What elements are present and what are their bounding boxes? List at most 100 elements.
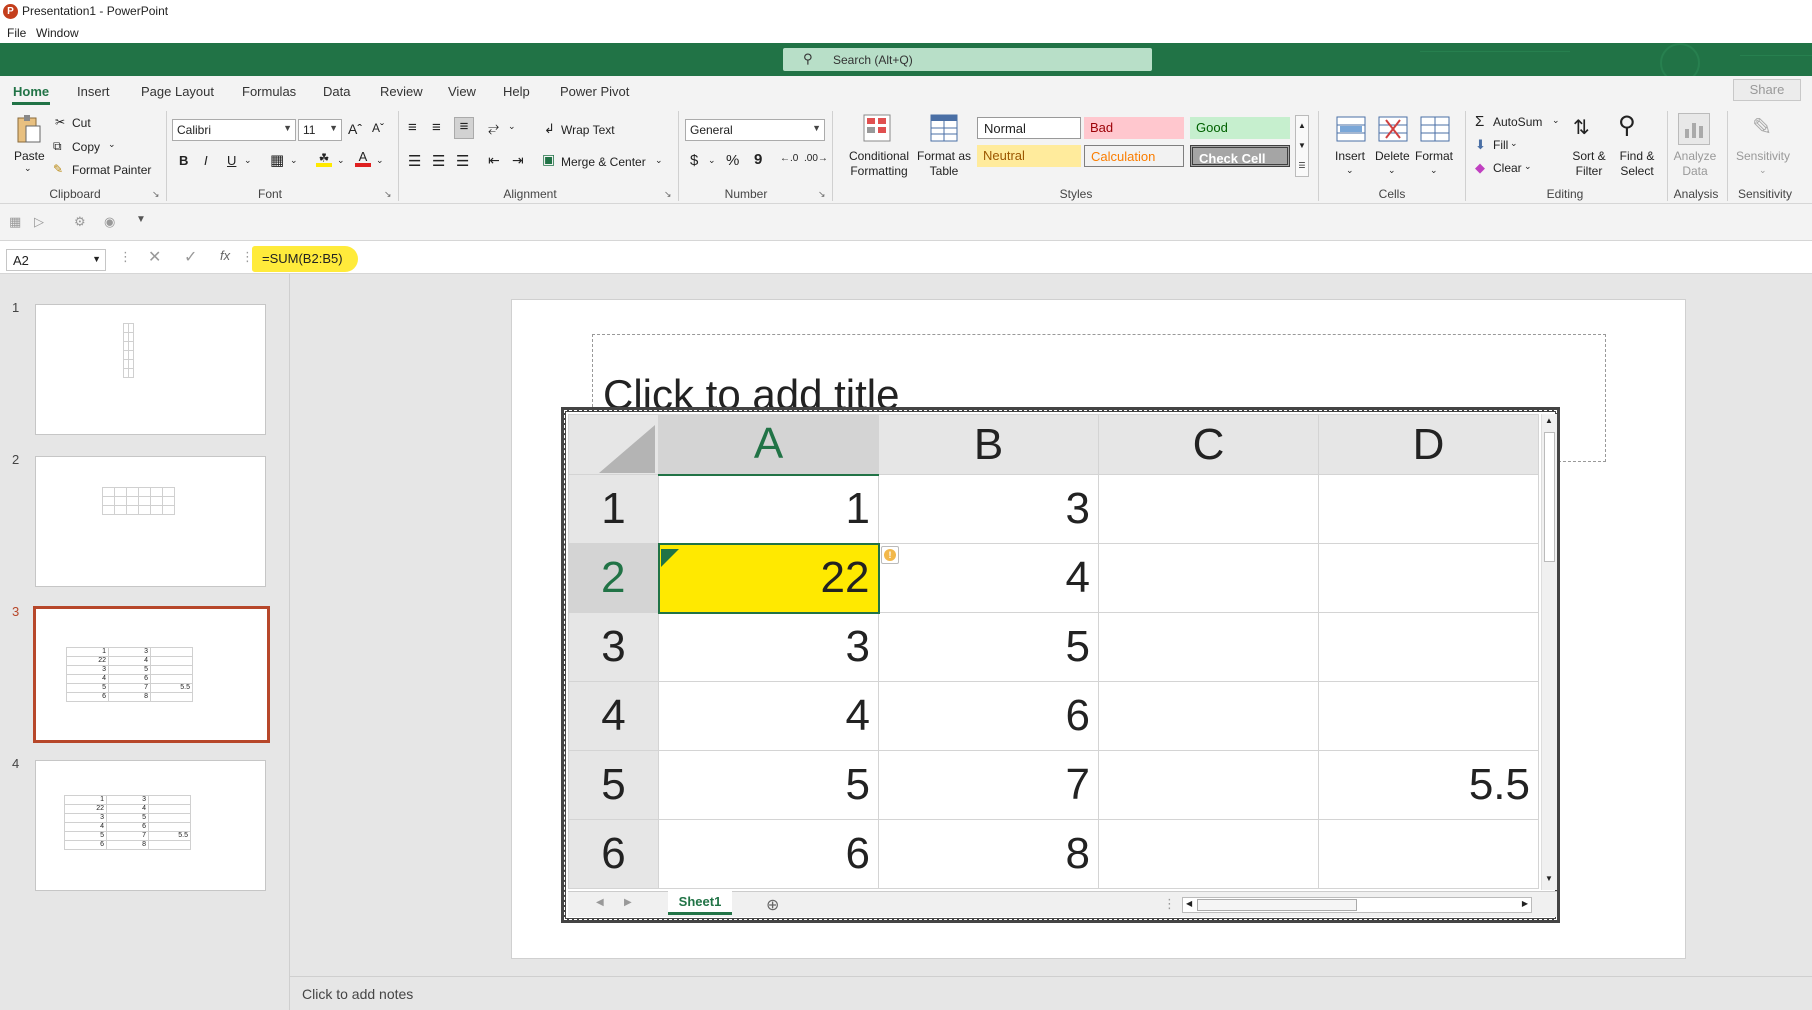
- cell[interactable]: 3: [878, 474, 1099, 544]
- fill-dropdown-icon[interactable]: ⌄: [1510, 138, 1518, 149]
- orientation-icon[interactable]: ⥂: [488, 119, 499, 136]
- merge-center-button[interactable]: Merge & Center: [561, 155, 646, 169]
- tab-data[interactable]: Data: [323, 84, 350, 99]
- cell[interactable]: 3: [658, 612, 879, 682]
- vertical-scrollbar[interactable]: ▲ ▼: [1541, 414, 1557, 890]
- borders-dropdown-icon[interactable]: ⌄: [290, 155, 298, 166]
- analyze-data-icon[interactable]: [1678, 113, 1710, 145]
- currency-dropdown-icon[interactable]: ⌄: [708, 155, 716, 166]
- style-neutral[interactable]: Neutral: [977, 145, 1081, 167]
- paste-dropdown-icon[interactable]: ⌄: [24, 163, 32, 174]
- paste-button[interactable]: Paste: [14, 149, 45, 163]
- align-top-icon[interactable]: ≡: [408, 119, 417, 136]
- number-format-dropdown[interactable]: General ▼: [685, 119, 825, 141]
- cell[interactable]: 5.5: [1318, 750, 1539, 820]
- delete-cells-button[interactable]: Delete: [1375, 149, 1410, 163]
- style-good[interactable]: Good: [1190, 117, 1290, 139]
- autosum-button[interactable]: AutoSum: [1493, 115, 1542, 129]
- embedded-worksheet[interactable]: A B C D 1 1 3 2 22 4 3 3 5 4 4 6 5 5 7 5…: [561, 407, 1560, 923]
- align-center-icon[interactable]: ☰: [432, 152, 445, 170]
- insert-cells-icon[interactable]: [1335, 115, 1367, 143]
- style-calculation[interactable]: Calculation: [1084, 145, 1184, 167]
- style-check-cell[interactable]: Check Cell: [1190, 145, 1290, 167]
- row-header[interactable]: 4: [568, 681, 659, 751]
- tab-review[interactable]: Review: [380, 84, 423, 99]
- column-header-c[interactable]: C: [1098, 414, 1319, 475]
- increase-decimal-icon[interactable]: ←.0: [780, 153, 798, 164]
- cell[interactable]: [1318, 819, 1539, 889]
- tab-page-layout[interactable]: Page Layout: [141, 84, 214, 99]
- bold-button[interactable]: B: [179, 153, 188, 168]
- scroll-left-icon[interactable]: ◀: [1186, 899, 1192, 908]
- cell[interactable]: [1318, 681, 1539, 751]
- active-cell[interactable]: 22: [657, 542, 880, 614]
- font-launcher-icon[interactable]: ↘: [384, 189, 392, 200]
- next-sheet-icon[interactable]: ▶: [624, 897, 632, 908]
- tab-home[interactable]: Home: [13, 84, 49, 99]
- currency-format-icon[interactable]: $: [690, 152, 698, 169]
- format-painter-button[interactable]: Format Painter: [72, 163, 151, 177]
- format-as-table-icon[interactable]: [929, 113, 959, 143]
- format-cells-icon[interactable]: [1419, 115, 1451, 143]
- search-box[interactable]: ⚲ Search (Alt+Q): [783, 48, 1152, 71]
- cell[interactable]: [1098, 543, 1319, 613]
- start-from-beginning-icon[interactable]: ▷: [34, 214, 44, 230]
- italic-button[interactable]: I: [204, 153, 208, 168]
- menu-window[interactable]: Window: [36, 26, 79, 40]
- cell[interactable]: [1318, 612, 1539, 682]
- format-as-table-button[interactable]: Format as Table: [914, 149, 974, 179]
- slide-thumbnail-3[interactable]: 13 22 4 35 46 5 7 5.5 68: [33, 606, 270, 743]
- underline-dropdown-icon[interactable]: ⌄: [244, 155, 252, 166]
- row-header[interactable]: 1: [568, 474, 659, 544]
- cell[interactable]: [1318, 474, 1539, 544]
- scroll-up-icon[interactable]: ▲: [1545, 416, 1553, 425]
- tab-help[interactable]: Help: [503, 84, 530, 99]
- clear-dropdown-icon[interactable]: ⌄: [1524, 161, 1532, 172]
- enter-icon[interactable]: ✓: [184, 247, 197, 267]
- number-launcher-icon[interactable]: ↘: [818, 189, 826, 200]
- column-header-b[interactable]: B: [878, 414, 1099, 475]
- scroll-down-icon[interactable]: ▼: [1545, 874, 1553, 883]
- cell[interactable]: 1: [658, 474, 879, 544]
- conditional-formatting-icon[interactable]: [862, 113, 892, 143]
- sheet-tab-sheet1[interactable]: Sheet1: [668, 891, 732, 915]
- menu-file[interactable]: File: [7, 26, 26, 40]
- horizontal-scrollbar[interactable]: ◀ ▶: [1182, 897, 1532, 913]
- decrease-indent-icon[interactable]: ⇤: [488, 152, 500, 169]
- tab-formulas[interactable]: Formulas: [242, 84, 296, 99]
- align-right-icon[interactable]: ☰: [456, 152, 469, 170]
- font-color-icon[interactable]: A: [355, 149, 371, 167]
- styles-gallery-scroll[interactable]: ▲ ▼ ☰: [1295, 115, 1309, 177]
- style-bad[interactable]: Bad: [1084, 117, 1184, 139]
- scroll-thumb[interactable]: [1544, 432, 1555, 562]
- clipboard-launcher-icon[interactable]: ↘: [152, 189, 160, 200]
- paste-icon[interactable]: [12, 113, 46, 147]
- autosum-dropdown-icon[interactable]: ⌄: [1552, 115, 1560, 126]
- insert-dropdown-icon[interactable]: ⌄: [1346, 165, 1354, 176]
- wrap-text-button[interactable]: Wrap Text: [561, 123, 615, 137]
- fill-color-dropdown-icon[interactable]: ⌄: [337, 155, 345, 166]
- scroll-right-icon[interactable]: ▶: [1522, 899, 1528, 908]
- decrease-decimal-icon[interactable]: .00→: [804, 153, 828, 164]
- underline-button[interactable]: U: [227, 153, 236, 168]
- analyze-data-button[interactable]: Analyze Data: [1672, 149, 1718, 179]
- decrease-font-size-icon[interactable]: Aˇ: [372, 121, 384, 135]
- font-size-dropdown[interactable]: 11 ▼: [298, 119, 342, 141]
- borders-icon[interactable]: ▦: [270, 151, 284, 169]
- increase-font-size-icon[interactable]: Aˆ: [348, 121, 362, 137]
- prev-sheet-icon[interactable]: ◀: [596, 897, 604, 908]
- cell[interactable]: [1098, 819, 1319, 889]
- tab-insert[interactable]: Insert: [77, 84, 110, 99]
- add-sheet-icon[interactable]: ⊕: [766, 895, 779, 915]
- format-dropdown-icon[interactable]: ⌄: [1430, 165, 1438, 176]
- cell[interactable]: [1098, 681, 1319, 751]
- name-box[interactable]: A2 ▼: [6, 249, 106, 271]
- clear-button[interactable]: Clear: [1493, 161, 1522, 175]
- record-icon[interactable]: ◉: [104, 214, 115, 230]
- format-cells-button[interactable]: Format: [1415, 149, 1453, 163]
- sort-filter-button[interactable]: Sort & Filter: [1566, 149, 1612, 179]
- fill-color-icon[interactable]: ☘: [316, 151, 332, 167]
- cell[interactable]: 6: [878, 681, 1099, 751]
- cancel-icon[interactable]: ✕: [148, 247, 161, 267]
- cell[interactable]: 4: [878, 543, 1099, 613]
